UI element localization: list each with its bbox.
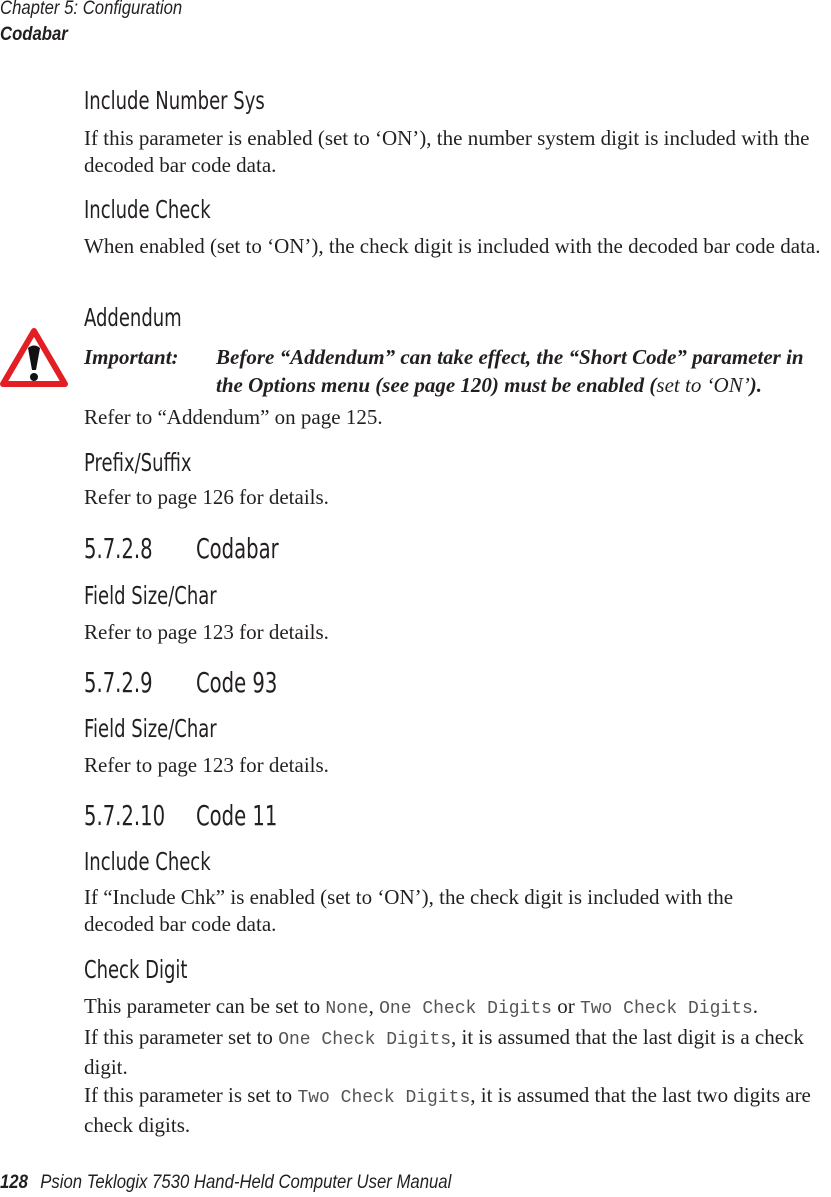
option-one-check-digits: One Check Digits	[278, 1030, 452, 1050]
option-none: None	[325, 999, 369, 1019]
text: If this parameter set to	[84, 1025, 279, 1049]
section-number: 5.7.2.9	[84, 666, 153, 699]
warning-triangle-icon	[0, 328, 68, 387]
text: This parameter can be set to	[84, 994, 326, 1018]
section-title: Code 93	[196, 666, 278, 699]
paragraph-codabar: Refer to page 123 for details.	[84, 620, 329, 644]
heading-include-check: Include Check	[84, 195, 211, 224]
text: .	[752, 994, 759, 1018]
section-number: 5.7.2.8	[84, 532, 153, 565]
page-number: 128	[0, 1172, 28, 1193]
text: ,	[368, 994, 380, 1018]
manual-title: Psion Teklogix 7530 Hand-Held Computer U…	[40, 1172, 452, 1193]
paragraph-code93: Refer to page 123 for details.	[84, 753, 329, 777]
section-header: Codabar	[0, 24, 68, 45]
paragraph-include-check-code11: If “Include Chk” is enabled (set to ‘ON’…	[84, 885, 734, 936]
section-heading-codabar: 5.7.2.8 Codabar	[84, 532, 279, 565]
heading-include-check-code11: Include Check	[84, 847, 211, 876]
chapter-header: Chapter 5: Configuration	[0, 0, 183, 19]
text: If this parameter is set to	[84, 1083, 298, 1107]
section-heading-code93: 5.7.2.9 Code 93	[84, 666, 277, 699]
section-number: 5.7.2.10	[84, 799, 166, 832]
paragraph-one-check-digit: If this parameter set to One Check Digit…	[84, 1024, 804, 1081]
paragraph-prefix-suffix: Refer to page 126 for details.	[84, 485, 329, 509]
paragraph-include-number-sys: If this parameter is enabled (set to ‘ON…	[84, 126, 810, 177]
heading-field-size-char: Field Size/Char	[84, 581, 217, 610]
paragraph-check-digit-options: This parameter can be set to None, One C…	[84, 993, 829, 1023]
option-two-check-digits: Two Check Digits	[579, 999, 753, 1019]
option-one-check-digits: One Check Digits	[379, 999, 552, 1019]
section-title: Code 11	[196, 799, 278, 832]
text: or	[551, 994, 580, 1018]
important-label: Important:	[84, 345, 179, 369]
important-setting: set to ‘ON’	[656, 373, 750, 397]
important-end: ).	[749, 373, 762, 397]
important-note: Important: Before “Addendum” can take ef…	[84, 343, 831, 399]
heading-include-number-sys: Include Number Sys	[84, 86, 265, 115]
paragraph-two-check-digits: If this parameter is set to Two Check Di…	[84, 1082, 829, 1139]
section-heading-code11: 5.7.2.10 Code 11	[84, 799, 277, 832]
heading-field-size-char: Field Size/Char	[84, 714, 217, 743]
option-two-check-digits: Two Check Digits	[297, 1088, 471, 1108]
heading-prefix-suffix: Prefix/Suffix	[84, 448, 192, 477]
section-title: Codabar	[196, 532, 279, 565]
paragraph-addendum-refer: Refer to “Addendum” on page 125.	[84, 405, 383, 429]
paragraph-include-check: When enabled (set to ‘ON’), the check di…	[84, 234, 821, 258]
heading-addendum: Addendum	[84, 303, 182, 332]
heading-check-digit: Check Digit	[84, 955, 188, 984]
page-footer: 128 Psion Teklogix 7530 Hand-Held Compute…	[0, 1172, 451, 1194]
